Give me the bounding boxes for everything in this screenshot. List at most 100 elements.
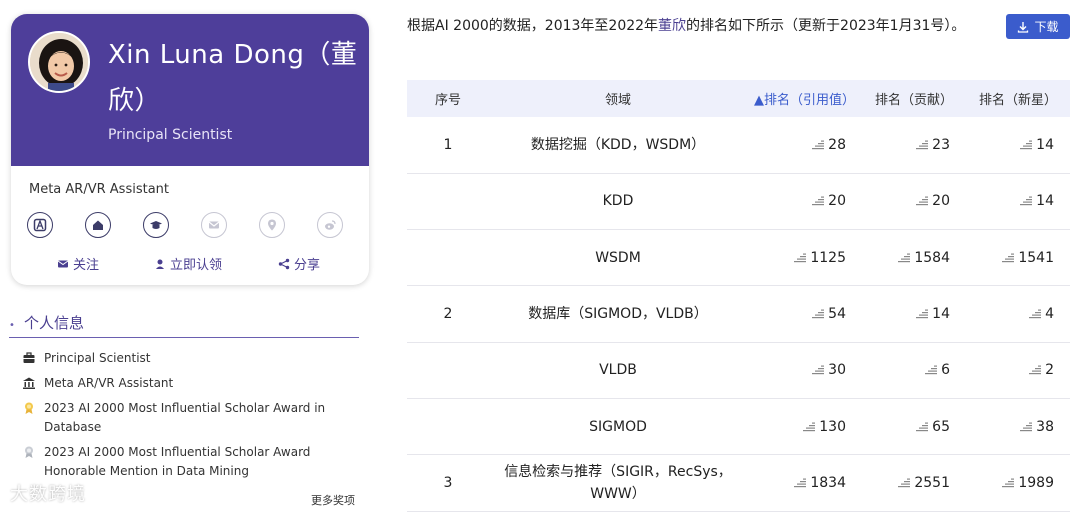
cell-field: WSDM	[489, 229, 747, 287]
share-label: 分享	[294, 258, 321, 273]
rank-bars-icon	[1029, 309, 1042, 319]
cell-value: 1834	[810, 474, 846, 491]
cell-contribution-rank: 1584	[862, 229, 966, 287]
profile-title: Principal Scientist	[108, 127, 233, 143]
email-icon[interactable]	[201, 212, 227, 238]
download-button[interactable]: 下载	[1006, 14, 1070, 39]
table-row: WSDM 1125 1584 1541	[407, 229, 1070, 287]
cell-rising-rank: 14	[966, 117, 1070, 174]
cell-value: 28	[828, 136, 846, 153]
profile-actions: 关注 立即认领 分享	[11, 254, 369, 274]
rank-bars-icon	[898, 478, 911, 488]
cell-field: KDD	[489, 173, 747, 231]
share-icon	[278, 258, 290, 269]
share-button[interactable]: 分享	[278, 254, 320, 273]
claim-button[interactable]: 立即认领	[154, 254, 222, 273]
table-row: 3 信息检索与推荐（SIGIR，RecSys，WWW） 1834 2551 1989	[407, 454, 1070, 512]
table-row: VLDB 30 6 2	[407, 342, 1070, 399]
follow-label: 关注	[73, 258, 100, 273]
education-icon[interactable]	[143, 212, 169, 238]
cell-citation-rank: 54	[747, 285, 862, 343]
rank-bars-icon	[925, 365, 938, 375]
cell-value: 6	[941, 362, 950, 379]
profile-org: Meta AR/VR Assistant	[29, 182, 169, 197]
cell-rising-rank: 4	[966, 285, 1070, 343]
info-item-title: Principal Scientist	[22, 349, 334, 368]
rank-bars-icon	[794, 253, 807, 262]
cell-citation-rank: 20	[747, 173, 862, 231]
mail-follow-icon	[57, 260, 69, 267]
award-gold-icon	[25, 402, 33, 414]
cell-value: 1125	[810, 249, 846, 266]
cell-citation-rank: 1125	[747, 229, 862, 287]
cell-contribution-rank: 6	[862, 342, 966, 399]
more-awards-link[interactable]: 更多奖项	[311, 492, 355, 508]
header-contribution-rank[interactable]: 排名（贡献）	[862, 80, 966, 117]
ranking-table-body: 1 数据挖掘（KDD，WSDM） 28 23 14 KDD 20 20 14 WSDM 1125 15…	[407, 117, 1070, 512]
cell-seq	[407, 229, 489, 287]
scholar-name-link[interactable]: 董欣	[658, 18, 686, 34]
rank-bars-icon	[1029, 365, 1042, 375]
cell-contribution-rank: 14	[862, 285, 966, 343]
cell-rising-rank: 38	[966, 398, 1070, 456]
cell-rising-rank: 14	[966, 173, 1070, 231]
cell-field: 信息检索与推荐（SIGIR，RecSys，WWW）	[489, 454, 747, 512]
cell-contribution-rank: 23	[862, 117, 966, 174]
rank-bars-icon	[803, 422, 816, 431]
cell-value: 38	[1036, 418, 1054, 435]
personal-info-heading: • 个人信息	[9, 312, 359, 338]
profile-name: Xin Luna Dong（董欣）	[108, 40, 358, 116]
weibo-icon[interactable]	[317, 212, 343, 238]
table-row: 1 数据挖掘（KDD，WSDM） 28 23 14	[407, 117, 1070, 174]
cell-field: SIGMOD	[489, 398, 747, 456]
profile-header: Xin Luna Dong（董欣） Principal Scientist	[11, 14, 369, 166]
watermark: 大数跨境	[10, 484, 86, 505]
rank-bars-icon	[1020, 422, 1033, 431]
header-citation-label: 排名（引用值）	[763, 93, 855, 108]
cell-rising-rank: 1989	[966, 454, 1070, 512]
cell-value: 2	[1045, 362, 1054, 379]
rank-bars-icon	[812, 140, 825, 150]
cell-value: 1541	[1018, 249, 1054, 266]
aminer-icon[interactable]	[27, 212, 53, 238]
avatar	[28, 31, 90, 93]
cell-seq	[407, 173, 489, 231]
rank-bars-icon	[1020, 196, 1033, 206]
cell-value: 130	[819, 418, 846, 435]
rank-bars-icon	[1002, 478, 1015, 488]
person-icon	[156, 259, 164, 269]
table-row: 2 数据库（SIGMOD，VLDB） 54 14 4	[407, 285, 1070, 343]
personal-info-title: 个人信息	[24, 314, 85, 332]
header-citation-rank[interactable]: ▲排名（引用值）	[747, 80, 862, 117]
cell-rising-rank: 1541	[966, 229, 1070, 287]
cell-seq: 2	[407, 285, 489, 343]
info-item-org: Meta AR/VR Assistant	[22, 374, 334, 393]
cell-contribution-rank: 20	[862, 173, 966, 231]
cell-value: 1584	[914, 249, 950, 266]
cell-contribution-rank: 2551	[862, 454, 966, 512]
rank-bars-icon	[916, 140, 929, 150]
header-rising-rank[interactable]: 排名（新星）	[966, 80, 1070, 117]
rank-bars-icon	[812, 365, 825, 375]
claim-label: 立即认领	[170, 258, 223, 273]
cell-value: 20	[932, 193, 950, 210]
cell-value: 23	[932, 136, 950, 153]
cell-citation-rank: 28	[747, 117, 862, 174]
table-header-row: 序号 领域 ▲排名（引用值） 排名（贡献） 排名（新星）	[407, 80, 1070, 117]
info-item-award: 2023 AI 2000 Most Influential Scholar Aw…	[22, 399, 334, 437]
homepage-icon[interactable]	[85, 212, 111, 238]
institution-icon	[23, 377, 35, 389]
cell-citation-rank: 130	[747, 398, 862, 456]
cell-value: 14	[1036, 193, 1054, 210]
rank-bars-icon	[1020, 140, 1033, 150]
bullet-icon: •	[9, 320, 15, 331]
ranking-description-suffix: 的排名如下所示（更新于2023年1月31号）。	[686, 18, 966, 34]
rank-bars-icon	[1002, 253, 1015, 262]
cell-rising-rank: 2	[966, 342, 1070, 399]
follow-button[interactable]: 关注	[57, 254, 99, 273]
briefcase-icon	[23, 352, 35, 363]
cell-seq: 3	[407, 454, 489, 512]
cell-value: 65	[932, 418, 950, 435]
info-item-award: 2023 AI 2000 Most Influential Scholar Aw…	[22, 443, 334, 481]
location-icon[interactable]	[259, 212, 285, 238]
